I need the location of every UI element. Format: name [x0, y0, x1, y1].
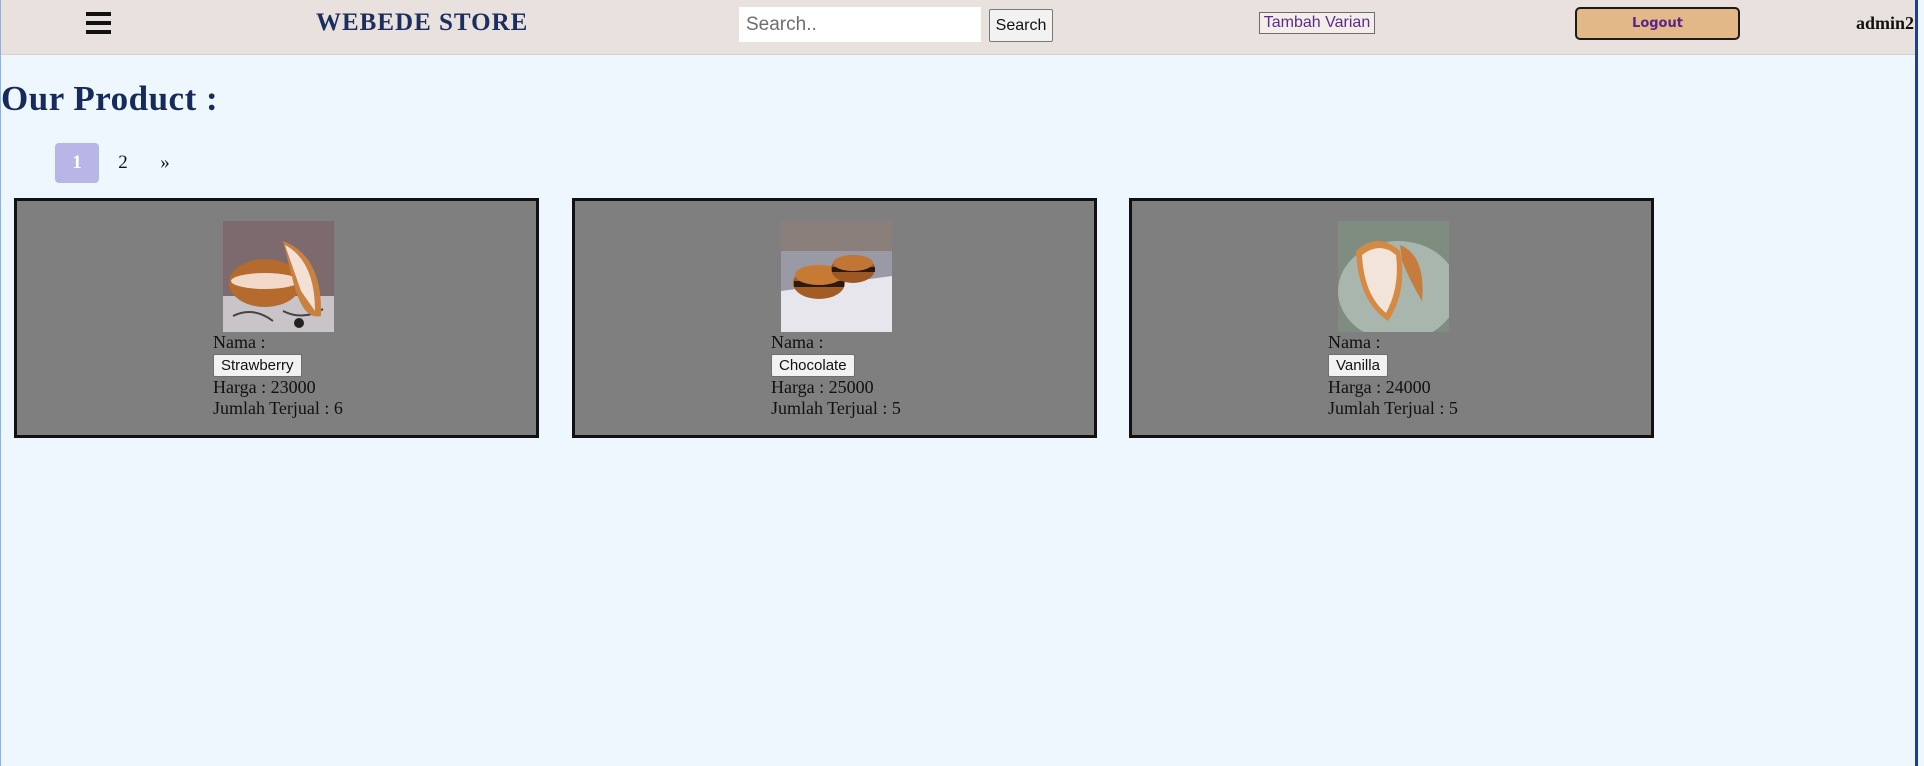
product-name-button[interactable]: Vanilla [1328, 354, 1388, 377]
username-label: admin2 [1856, 13, 1915, 33]
product-price: Harga : 25000 [771, 377, 874, 397]
navbar: WEBEDE STORE Search Tambah Varian Logout… [1, 0, 1916, 55]
product-card: Nama : Chocolate Harga : 25000 Jumlah Te… [572, 198, 1097, 438]
add-variant-button[interactable]: Tambah Varian [1259, 12, 1375, 34]
product-image-strawberry [223, 221, 334, 332]
hamburger-menu-icon[interactable] [86, 12, 111, 34]
name-label: Nama : [1328, 332, 1381, 352]
product-name-button[interactable]: Strawberry [213, 354, 302, 377]
page-title: Our Product : [1, 79, 219, 118]
logout-button[interactable]: Logout [1575, 7, 1740, 40]
page-link-1[interactable]: 1 [55, 143, 99, 183]
product-info: Nama : Chocolate Harga : 25000 Jumlah Te… [771, 332, 901, 419]
search-button[interactable]: Search [989, 9, 1053, 42]
page-next-link[interactable]: » [149, 143, 181, 183]
product-info: Nama : Strawberry Harga : 23000 Jumlah T… [213, 332, 343, 419]
name-label: Nama : [771, 332, 824, 352]
product-image-chocolate [781, 221, 892, 332]
product-price: Harga : 23000 [213, 377, 316, 397]
search-input[interactable] [739, 7, 981, 42]
product-price: Harga : 24000 [1328, 377, 1431, 397]
window-edge [1915, 0, 1924, 766]
product-name-button[interactable]: Chocolate [771, 354, 855, 377]
product-sold-count: Jumlah Terjual : 5 [1328, 398, 1458, 418]
page-link-2[interactable]: 2 [107, 143, 139, 183]
product-card: Nama : Strawberry Harga : 23000 Jumlah T… [14, 198, 539, 438]
product-sold-count: Jumlah Terjual : 5 [771, 398, 901, 418]
product-info: Nama : Vanilla Harga : 24000 Jumlah Terj… [1328, 332, 1458, 419]
product-card: Nama : Vanilla Harga : 24000 Jumlah Terj… [1129, 198, 1654, 438]
product-sold-count: Jumlah Terjual : 6 [213, 398, 343, 418]
brand-title: WEBEDE STORE [316, 9, 529, 36]
product-image-vanilla [1338, 221, 1449, 332]
name-label: Nama : [213, 332, 266, 352]
